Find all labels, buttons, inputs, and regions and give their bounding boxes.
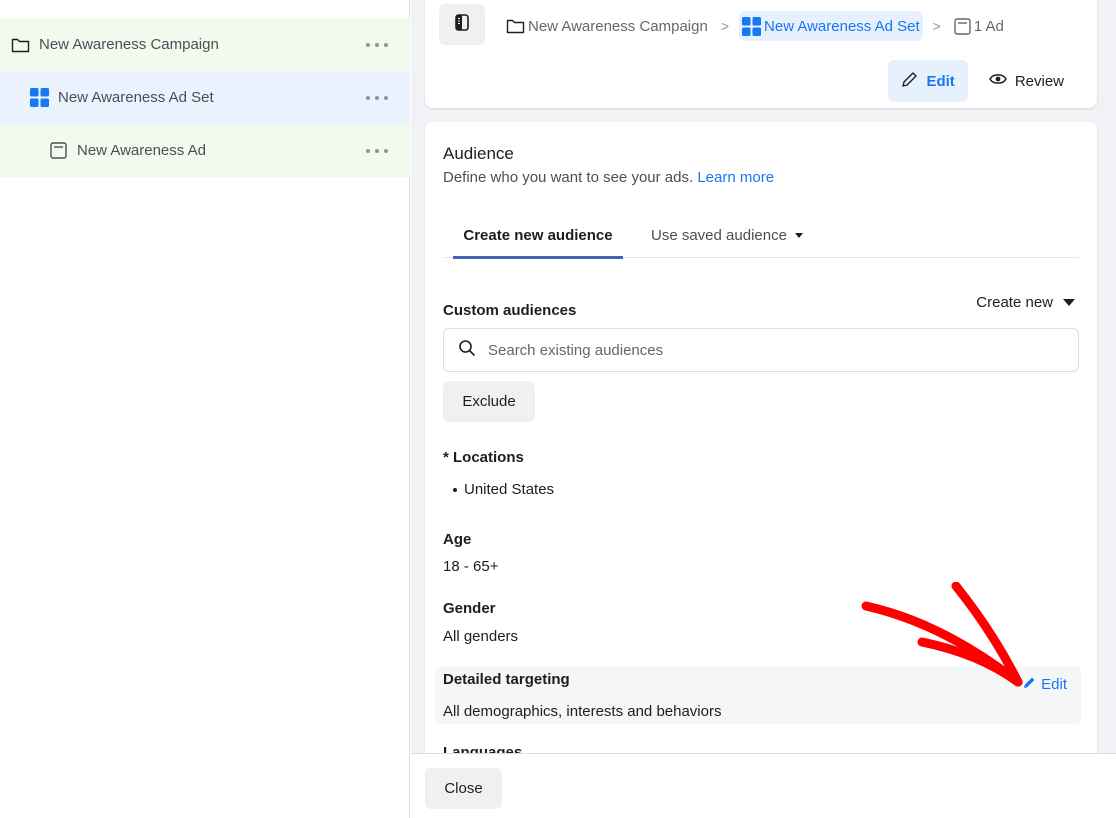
scrollbar[interactable]	[1102, 108, 1116, 753]
detailed-targeting-value: All demographics, interests and behavior…	[443, 703, 722, 720]
more-horizontal-icon[interactable]	[366, 144, 388, 158]
audience-tabs: Create new audience Use saved audience	[443, 212, 1079, 259]
review-mode-label: Review	[1014, 72, 1064, 90]
tab-use-saved-audience[interactable]: Use saved audience	[651, 212, 803, 258]
pencil-icon	[1023, 676, 1036, 693]
editor-footer: Close	[411, 753, 1116, 818]
search-icon	[458, 339, 476, 362]
bullet-icon	[453, 487, 457, 492]
caret-down-icon	[1063, 299, 1075, 306]
editor-scroll-area[interactable]: Audience Define who you want to see your…	[411, 108, 1116, 753]
custom-audience-search[interactable]	[443, 328, 1079, 372]
exclude-button[interactable]: Exclude	[443, 381, 535, 422]
breadcrumb-label: 1 Ad	[973, 17, 1004, 35]
tree-item-campaign[interactable]: New Awareness Campaign	[0, 18, 410, 71]
breadcrumb-separator: >	[720, 18, 730, 34]
custom-audiences-label: Custom audiences	[443, 302, 577, 319]
tab-label: Use saved audience	[651, 226, 787, 244]
editor-header: New Awareness Campaign > New Awareness A…	[425, 0, 1097, 108]
gender-value: All genders	[443, 628, 519, 645]
breadcrumb: New Awareness Campaign > New Awareness A…	[503, 11, 1007, 41]
tree-item-label: New Awareness Ad	[77, 142, 206, 159]
age-label: Age	[443, 531, 472, 548]
breadcrumb-label: New Awareness Ad Set	[764, 17, 920, 35]
folder-icon	[10, 35, 30, 55]
detailed-targeting-summary: Detailed targeting Edit All demographics…	[435, 666, 1081, 724]
more-horizontal-icon[interactable]	[366, 38, 388, 52]
audience-section: Audience Define who you want to see your…	[425, 122, 1097, 753]
edit-mode-label: Edit	[926, 72, 955, 90]
audience-description: Define who you want to see your ads. Lea…	[443, 169, 774, 186]
folder-icon	[506, 18, 525, 34]
review-mode-button[interactable]: Review	[976, 60, 1077, 102]
breadcrumb-campaign[interactable]: New Awareness Campaign	[503, 11, 711, 41]
more-horizontal-icon[interactable]	[366, 91, 388, 105]
languages-label: Languages	[443, 744, 523, 753]
create-new-audience-dropdown[interactable]: Create new	[976, 294, 1075, 311]
audience-description-text: Define who you want to see your ads.	[443, 169, 694, 186]
audience-title: Audience	[443, 144, 514, 163]
ad-window-icon	[48, 141, 68, 161]
grid-icon	[742, 16, 762, 36]
pencil-icon	[901, 71, 918, 92]
age-value: 18 - 65+	[443, 558, 499, 575]
location-value: United States	[464, 481, 555, 498]
tree-item-label: New Awareness Ad Set	[58, 89, 214, 106]
locations-label: * Locations	[443, 449, 524, 466]
edit-mode-button[interactable]: Edit	[888, 60, 968, 102]
gender-label: Gender	[443, 600, 496, 617]
create-new-label: Create new	[976, 294, 1053, 311]
tree-item-label: New Awareness Campaign	[39, 36, 219, 53]
search-input[interactable]	[488, 341, 1048, 359]
eye-icon	[988, 72, 1007, 90]
caret-down-icon	[794, 232, 803, 238]
breadcrumb-label: New Awareness Campaign	[528, 17, 708, 35]
ad-set-editor: New Awareness Campaign > New Awareness A…	[411, 0, 1116, 818]
grid-icon	[29, 88, 49, 108]
breadcrumb-ad[interactable]: 1 Ad	[951, 11, 1007, 41]
tree-item-ad[interactable]: New Awareness Ad	[0, 124, 410, 177]
ad-window-icon	[954, 17, 971, 35]
sidebar-toggle-icon	[455, 13, 469, 36]
detailed-targeting-edit-button[interactable]: Edit	[1023, 676, 1067, 693]
mode-switcher: Edit Review	[888, 60, 1077, 102]
breadcrumb-adset[interactable]: New Awareness Ad Set	[739, 11, 923, 41]
breadcrumb-separator: >	[932, 18, 941, 34]
tab-create-new-audience[interactable]: Create new audience	[453, 212, 623, 259]
location-item: United States	[453, 481, 554, 498]
campaign-tree-sidebar: New Awareness Campaign New Awareness Ad …	[0, 0, 410, 818]
close-button[interactable]: Close	[425, 768, 502, 809]
tree-item-adset[interactable]: New Awareness Ad Set	[0, 71, 410, 124]
edit-label: Edit	[1041, 676, 1067, 693]
panel-toggle-button[interactable]	[439, 4, 485, 45]
learn-more-link[interactable]: Learn more	[697, 169, 774, 186]
detailed-targeting-label: Detailed targeting	[443, 671, 570, 688]
